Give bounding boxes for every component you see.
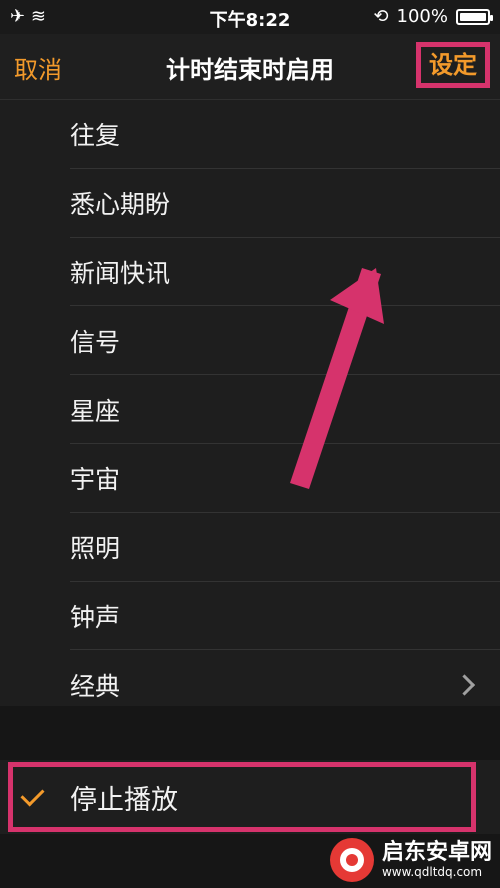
status-bar: ✈ ≋ 下午8:22 ⟲ 100%	[0, 0, 500, 34]
list-item[interactable]: 照明	[0, 513, 500, 582]
navigation-bar: 取消 计时结束时启用 设定	[0, 34, 500, 100]
highlight-box	[8, 762, 476, 832]
chevron-right-icon	[453, 674, 476, 696]
list-item[interactable]: 信号	[0, 306, 500, 375]
rotation-lock-icon: ⟲	[373, 6, 389, 27]
list-item-label: 信号	[70, 327, 121, 357]
watermark-text: 启东安卓网 www.qdltdq.com	[381, 840, 492, 879]
battery-percent: 100%	[396, 6, 448, 27]
watermark-name: 启东安卓网	[381, 840, 492, 866]
watermark: 启东安卓网 www.qdltdq.com	[329, 838, 492, 882]
list-item-label: 悉心期盼	[70, 190, 171, 220]
list-item-label: 宇宙	[70, 465, 121, 495]
sound-list: 往复 悉心期盼 新闻快讯 信号 星座 宇宙 照明 钟声 经典	[0, 100, 500, 720]
status-right: ⟲ 100%	[373, 6, 493, 27]
list-item-label: 照明	[70, 534, 121, 564]
battery-fill	[460, 12, 486, 21]
set-button[interactable]: 设定	[416, 42, 490, 88]
list-item-label: 往复	[70, 121, 121, 151]
watermark-logo-icon	[329, 838, 374, 882]
screen: ✈ ≋ 下午8:22 ⟲ 100% 取消 计时结束时启用 设定 往复 悉心期盼 …	[0, 0, 500, 888]
list-item[interactable]: 往复	[0, 100, 500, 169]
battery-icon	[456, 8, 493, 25]
list-item[interactable]: 钟声	[0, 582, 500, 651]
list-item[interactable]: 宇宙	[0, 444, 500, 513]
list-item-label: 新闻快讯	[70, 258, 171, 288]
list-item-label: 经典	[70, 671, 121, 701]
watermark-url: www.qdltdq.com	[381, 864, 483, 879]
stop-playing-row[interactable]: 停止播放	[0, 760, 500, 834]
list-item-label: 钟声	[70, 602, 121, 632]
list-item[interactable]: 悉心期盼	[0, 169, 500, 238]
list-item[interactable]: 星座	[0, 375, 500, 444]
section-separator	[0, 706, 500, 760]
list-item-label: 星座	[70, 396, 121, 426]
list-item[interactable]: 新闻快讯	[0, 238, 500, 307]
